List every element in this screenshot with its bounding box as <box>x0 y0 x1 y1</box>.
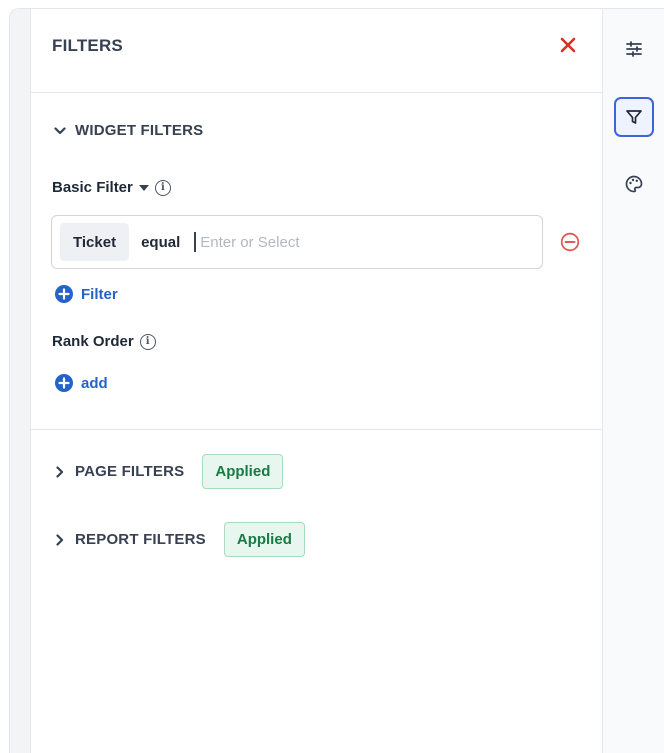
info-icon[interactable]: i <box>139 333 156 350</box>
filter-operator[interactable]: equal <box>141 234 180 251</box>
basic-filter-row: Ticket equal <box>51 215 543 269</box>
palette-icon <box>625 175 643 193</box>
page-filters-toggle[interactable]: PAGE FILTERS Applied <box>54 454 284 489</box>
chevron-right-icon <box>54 465 66 478</box>
chevron-right-icon <box>54 533 66 546</box>
minus-circle-icon <box>560 232 580 252</box>
report-filters-toggle[interactable]: REPORT FILTERS Applied <box>54 522 305 557</box>
sliders-icon <box>626 41 642 57</box>
rank-order-heading: Rank Order i <box>52 333 156 350</box>
widget-filters-toggle[interactable]: WIDGET FILTERS <box>54 122 203 139</box>
chevron-down-icon <box>54 125 66 137</box>
caret-down-icon[interactable] <box>138 184 149 191</box>
add-rank-order-button[interactable]: add <box>55 374 108 392</box>
status-badge: Applied <box>223 522 305 557</box>
basic-filter-label: Basic Filter <box>52 179 133 196</box>
style-panel-button[interactable] <box>614 164 654 204</box>
page-filters-label: PAGE FILTERS <box>75 463 185 480</box>
plus-circle-icon <box>55 374 73 392</box>
panel-header: FILTERS <box>31 9 602 93</box>
add-filter-label: Filter <box>81 285 118 303</box>
add-rank-order-label: add <box>81 374 108 392</box>
filters-panel-button[interactable] <box>614 97 654 137</box>
widget-filters-label: WIDGET FILTERS <box>75 122 204 139</box>
add-filter-button[interactable]: Filter <box>55 285 118 303</box>
plus-circle-icon <box>55 285 73 303</box>
left-edge-strip <box>10 9 31 753</box>
filter-field-chip[interactable]: Ticket <box>60 223 130 261</box>
status-badge: Applied <box>202 454 284 489</box>
basic-filter-heading: Basic Filter i <box>52 179 171 196</box>
settings-panel-button[interactable] <box>614 29 654 69</box>
info-icon[interactable]: i <box>154 179 171 196</box>
section-divider <box>31 429 602 430</box>
close-icon <box>560 37 576 53</box>
panel-title: FILTERS <box>52 36 123 55</box>
close-button[interactable] <box>556 33 580 57</box>
filters-panel: FILTERS WIDGET FILTERS Basic Filter i Ti… <box>31 9 602 753</box>
icon-rail <box>602 9 664 753</box>
filter-value-input[interactable] <box>194 232 415 252</box>
remove-filter-button[interactable] <box>560 232 580 252</box>
rank-order-label: Rank Order <box>52 333 134 350</box>
report-filters-label: REPORT FILTERS <box>75 531 206 548</box>
filter-icon <box>626 110 642 124</box>
filter-panel-frame: FILTERS WIDGET FILTERS Basic Filter i Ti… <box>9 8 664 753</box>
